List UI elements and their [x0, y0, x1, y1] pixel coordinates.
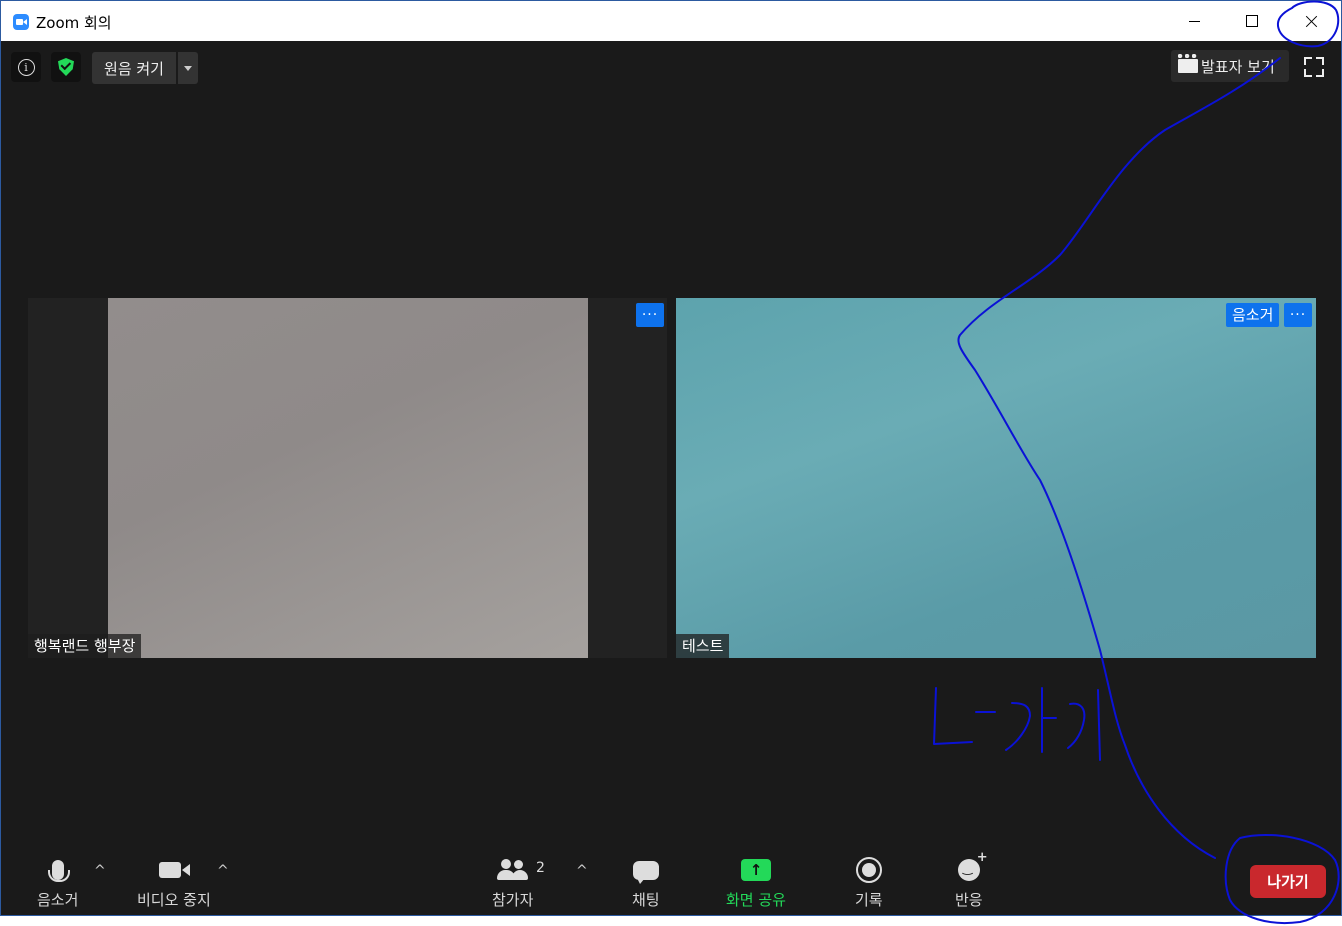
title-bar: Zoom 회의: [1, 1, 1341, 41]
more-options-button[interactable]: ···: [1284, 303, 1312, 327]
audio-options-caret[interactable]: ^: [94, 863, 106, 879]
maximize-button[interactable]: [1224, 1, 1280, 41]
caret-down-icon: [184, 65, 192, 71]
fullscreen-icon[interactable]: [1304, 57, 1324, 77]
participants-button[interactable]: 참가자: [492, 853, 533, 910]
window-title: Zoom 회의: [36, 14, 112, 32]
participant-name: 테스트: [676, 634, 730, 658]
original-sound-dropdown[interactable]: [178, 52, 198, 84]
video-tile: 음소거 ··· 테스트: [676, 298, 1316, 658]
participants-label: 참가자: [492, 891, 534, 909]
chat-label: 채팅: [632, 891, 660, 909]
minimize-icon: [1188, 20, 1200, 22]
video-camera-icon: [158, 862, 190, 878]
minimize-button[interactable]: [1166, 1, 1222, 41]
info-icon: i: [17, 58, 35, 76]
mute-button[interactable]: 음소거: [37, 853, 78, 910]
more-options-button[interactable]: ···: [636, 303, 664, 327]
participants-count: 2: [536, 860, 545, 876]
reactions-button[interactable]: 반응: [955, 850, 988, 910]
record-label: 기록: [855, 891, 883, 909]
close-button[interactable]: [1283, 1, 1339, 41]
video-tile: ··· 행복랜드 행부장: [28, 298, 667, 658]
share-screen-label: 화면 공유: [726, 891, 786, 909]
zoom-logo-icon: [13, 14, 29, 30]
close-icon: [1304, 14, 1318, 28]
share-screen-button[interactable]: ↑ 화면 공유: [726, 853, 786, 910]
participants-icon: [496, 859, 529, 881]
participant-name: 행복랜드 행부장: [28, 634, 142, 658]
record-button[interactable]: 기록: [855, 853, 883, 910]
reaction-smiley-icon: [957, 850, 988, 881]
share-screen-icon: ↑: [740, 859, 771, 881]
microphone-icon: [47, 860, 70, 882]
meeting-info-button[interactable]: i: [11, 52, 41, 82]
reactions-label: 반응: [955, 891, 983, 909]
speaker-view-label: 발표자 보기: [1201, 57, 1275, 76]
record-icon: [855, 857, 882, 883]
security-button[interactable]: [51, 52, 81, 82]
mute-label: 음소거: [37, 891, 79, 909]
speaker-view-icon: [1178, 54, 1198, 73]
leave-meeting-button[interactable]: 나가기: [1250, 865, 1326, 898]
stop-video-label: 비디오 중지: [137, 891, 211, 909]
chat-icon: [632, 860, 659, 884]
speaker-view-button[interactable]: 발표자 보기: [1171, 50, 1289, 82]
participants-options-caret[interactable]: ^: [576, 863, 588, 879]
chat-button[interactable]: 채팅: [632, 853, 660, 910]
maximize-icon: [1246, 15, 1258, 27]
mute-participant-button[interactable]: 음소거: [1226, 303, 1280, 327]
zoom-window: Zoom 회의 i 원음 켜기 발표자 보기 ··· 행복랜드 행부장 음소거 …: [0, 0, 1342, 916]
shield-icon: [58, 58, 74, 76]
stop-video-button[interactable]: 비디오 중지: [137, 853, 211, 910]
original-sound-button[interactable]: 원음 켜기: [92, 52, 176, 84]
video-options-caret[interactable]: ^: [217, 863, 229, 879]
video-feed: [108, 298, 588, 658]
